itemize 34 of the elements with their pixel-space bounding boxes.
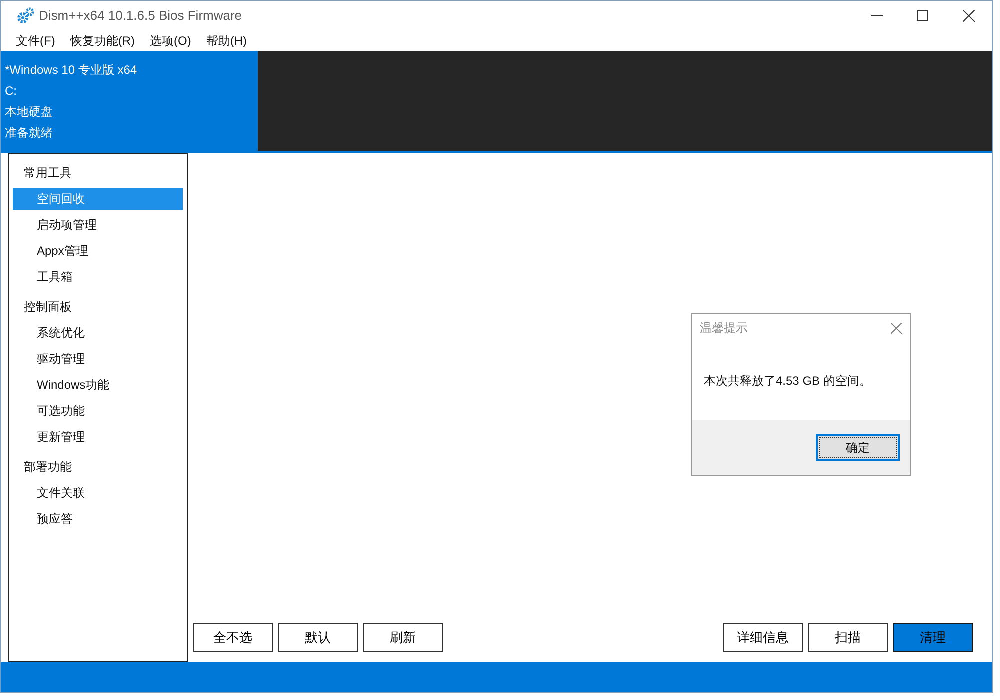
- sidebar-item[interactable]: 工具箱: [13, 266, 183, 288]
- menu-item[interactable]: 恢复功能(R): [63, 32, 142, 50]
- action-button[interactable]: 刷新: [363, 623, 443, 652]
- menu-item[interactable]: 选项(O): [143, 32, 198, 50]
- menu-item[interactable]: 帮助(H): [199, 32, 254, 50]
- sidebar-item[interactable]: 文件关联: [13, 482, 183, 504]
- image-info-text: *Windows 10 专业版 x64: [5, 62, 138, 78]
- sidebar-item[interactable]: 可选功能: [13, 400, 183, 422]
- sidebar-item[interactable]: 系统优化: [13, 322, 183, 344]
- dialog-message: 本次共释放了4.53 GB 的空间。: [704, 373, 872, 390]
- close-icon[interactable]: [963, 10, 975, 22]
- window-title: Dism++x64 10.1.6.5 Bios Firmware: [39, 7, 242, 26]
- image-info-text: 准备就绪: [5, 124, 54, 142]
- action-button[interactable]: 默认: [278, 623, 358, 652]
- ok-button[interactable]: 确定: [816, 434, 900, 461]
- sidebar-group-label: 控制面板: [23, 299, 73, 316]
- action-button[interactable]: 扫描: [808, 623, 888, 652]
- action-button[interactable]: 详细信息: [723, 623, 803, 652]
- image-info-text: 本地硬盘: [5, 104, 54, 120]
- sidebar-item[interactable]: Windows功能: [13, 374, 183, 396]
- action-button[interactable]: 全不选: [193, 623, 273, 652]
- sidebar-item[interactable]: 驱动管理: [13, 348, 183, 370]
- maximize-icon[interactable]: [917, 10, 929, 22]
- gears-icon: [17, 7, 35, 25]
- dialog-title: 温馨提示: [700, 320, 748, 337]
- menu-item[interactable]: 文件(F): [9, 32, 62, 50]
- sidebar-group-label: 常用工具: [23, 165, 73, 182]
- sidebar-item[interactable]: 预应答: [13, 508, 183, 530]
- sidebar-item[interactable]: 更新管理: [13, 426, 183, 448]
- sidebar-group-label: 部署功能: [23, 459, 73, 476]
- primary-button[interactable]: 清理: [893, 623, 973, 652]
- image-info-text: C:: [5, 82, 18, 100]
- sidebar-item[interactable]: 启动项管理: [13, 214, 183, 236]
- sidebar-item[interactable]: Appx管理: [13, 240, 183, 262]
